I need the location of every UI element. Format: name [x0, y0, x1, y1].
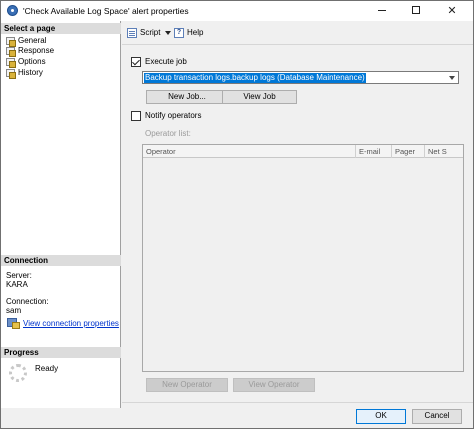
script-button[interactable]: Script [127, 27, 160, 39]
column-pager[interactable]: Pager [392, 145, 425, 158]
connection-header: Connection [1, 255, 121, 266]
new-job-button[interactable]: New Job... [146, 90, 228, 104]
connection-value: sam [6, 306, 22, 315]
column-email[interactable]: E-mail [356, 145, 392, 158]
script-dropdown-icon[interactable] [165, 31, 171, 35]
chevron-down-icon[interactable] [445, 72, 458, 83]
script-label: Script [140, 28, 161, 37]
window-title: 'Check Available Log Space' alert proper… [23, 6, 189, 16]
maximize-icon [412, 6, 420, 15]
page-item-label: General [18, 36, 47, 45]
minimize-icon [378, 9, 386, 11]
view-job-button[interactable]: View Job [222, 90, 297, 104]
page-item-label: Response [18, 46, 55, 55]
alert-properties-window: 'Check Available Log Space' alert proper… [0, 0, 474, 429]
close-button[interactable]: ✕ [437, 1, 467, 21]
column-net-send[interactable]: Net S [425, 145, 463, 158]
page-item-label: History [18, 68, 43, 77]
script-icon [127, 28, 137, 38]
minimize-button[interactable] [367, 1, 397, 21]
select-page-header: Select a page [1, 23, 121, 34]
new-operator-button[interactable]: New Operator [146, 378, 228, 392]
column-operator[interactable]: Operator [143, 145, 356, 158]
grid-header: Operator E-mail Pager Net S [143, 145, 463, 158]
cancel-button[interactable]: Cancel [412, 409, 462, 424]
page-icon [6, 69, 16, 79]
server-value: KARA [6, 280, 28, 289]
page-icon [6, 37, 16, 47]
job-select[interactable]: Backup transaction logs.backup logs (Dat… [142, 71, 459, 84]
job-select-value: Backup transaction logs.backup logs (Dat… [144, 73, 366, 83]
app-icon [7, 5, 18, 16]
dialog-footer: OK Cancel [122, 402, 473, 428]
operator-list-label: Operator list: [145, 129, 191, 138]
operator-list-grid[interactable]: Operator E-mail Pager Net S [142, 144, 464, 372]
progress-spinner-icon [9, 364, 27, 382]
page-item-general[interactable]: General [6, 36, 47, 47]
progress-status: Ready [35, 364, 59, 373]
help-button[interactable]: ? Help [174, 27, 203, 39]
right-pane: Script ? Help Execute job Backup transac… [122, 21, 473, 402]
page-icon [6, 58, 16, 68]
page-item-label: Options [18, 57, 46, 66]
view-operator-button[interactable]: View Operator [233, 378, 315, 392]
help-label: Help [187, 28, 204, 37]
view-connection-properties-link[interactable]: View connection properties [23, 319, 119, 328]
execute-job-label: Execute job [145, 57, 187, 66]
notify-operators-label: Notify operators [145, 111, 202, 120]
execute-job-checkbox[interactable] [131, 57, 141, 67]
help-icon: ? [174, 28, 184, 38]
page-item-response[interactable]: Response [6, 46, 55, 57]
title-bar: 'Check Available Log Space' alert proper… [1, 1, 473, 21]
toolbar: Script ? Help [122, 21, 473, 45]
page-item-history[interactable]: History [6, 68, 43, 79]
notify-operators-checkbox[interactable] [131, 111, 141, 121]
ok-button[interactable]: OK [356, 409, 406, 424]
connection-properties-icon [7, 318, 20, 329]
page-item-options[interactable]: Options [6, 57, 46, 68]
maximize-button[interactable] [401, 1, 431, 21]
left-pane: Select a page General Response Options H… [1, 21, 121, 408]
page-icon [6, 47, 16, 57]
progress-header: Progress [1, 347, 121, 358]
